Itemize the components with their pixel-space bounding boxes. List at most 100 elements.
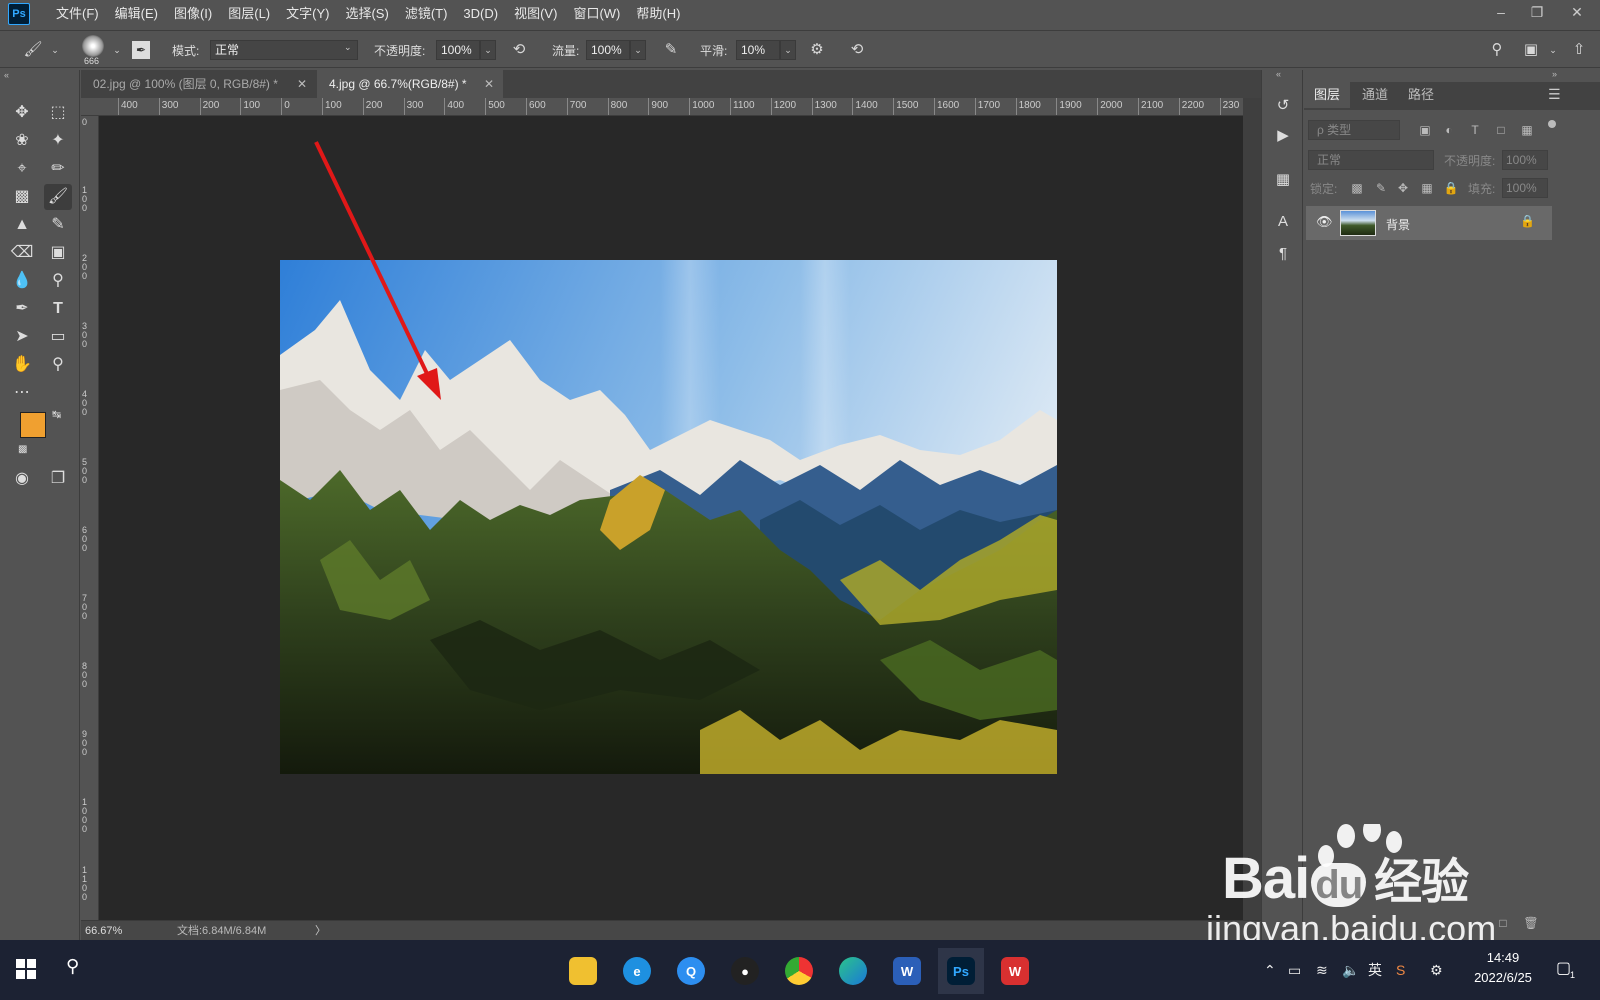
stamp-tool-icon[interactable]: ▲ — [8, 212, 36, 238]
lock-pixels-icon[interactable]: ✎ — [1372, 179, 1390, 197]
flow-input[interactable]: 100% — [586, 40, 630, 60]
brush-tool-icon[interactable]: 🖌 — [44, 184, 72, 210]
airbrush-icon[interactable]: ✎ — [660, 39, 682, 61]
menu-select[interactable]: 选择(S) — [337, 0, 396, 28]
layer-filter-select[interactable]: ρ 类型 — [1308, 120, 1400, 140]
menu-type[interactable]: 文字(Y) — [278, 0, 337, 28]
tab-02-jpg[interactable]: 02.jpg @ 100% (图层 0, RGB/8#) * — [81, 70, 317, 98]
default-colors-icon[interactable]: ▩ — [18, 444, 27, 455]
eraser-tool-icon[interactable]: ⌫ — [8, 240, 36, 266]
brush-tool-icon[interactable]: 🖌 — [22, 39, 44, 61]
menu-edit[interactable]: 编辑(E) — [107, 0, 166, 28]
status-menu-arrow[interactable]: 〉 — [315, 921, 326, 941]
smooth-dropdown[interactable]: ⌄ — [780, 40, 796, 60]
zoom-level[interactable]: 66.67% — [85, 921, 122, 941]
menu-help[interactable]: 帮助(H) — [628, 0, 688, 28]
lock-all-icon[interactable]: 🔒 — [1442, 179, 1460, 197]
menu-filter[interactable]: 滤镜(T) — [397, 0, 456, 28]
close-tab-icon[interactable]: ✕ — [297, 70, 307, 98]
restore-icon[interactable]: ❐ — [1520, 0, 1554, 24]
tab-paths[interactable]: 路径 — [1398, 82, 1444, 108]
wps-icon[interactable]: W — [992, 948, 1038, 994]
eyedropper-icon[interactable]: ✏ — [44, 156, 72, 182]
magic-wand-icon[interactable]: ✦ — [44, 128, 72, 154]
lock-position-icon[interactable]: ✥ — [1394, 179, 1412, 197]
workspace-icon[interactable]: ▣ — [1520, 39, 1542, 61]
lock-transparent-icon[interactable]: ▩ — [1348, 179, 1366, 197]
menu-image[interactable]: 图像(I) — [166, 0, 220, 28]
frame-tool-icon[interactable]: ▩ — [8, 184, 36, 210]
menu-window[interactable]: 窗口(W) — [565, 0, 628, 28]
chevron-down-icon[interactable]: ⌄ — [1542, 39, 1564, 61]
move-tool-icon[interactable]: ✥ — [8, 100, 36, 126]
actions-panel-icon[interactable]: ▶ — [1271, 124, 1295, 148]
screen-mode-icon[interactable]: ❐ — [44, 466, 72, 492]
windows-start-icon[interactable] — [16, 959, 36, 979]
hand-tool-icon[interactable]: ✋ — [8, 352, 36, 378]
collapse-icon[interactable]: « — [1276, 69, 1281, 79]
layer-opacity-input[interactable]: 100% — [1502, 150, 1548, 170]
gear-icon[interactable]: ⚙ — [806, 39, 828, 61]
file-explorer-icon[interactable] — [560, 948, 606, 994]
menu-3d[interactable]: 3D(D) — [455, 0, 506, 28]
ime-indicator[interactable]: 英 — [1368, 940, 1382, 1000]
search-icon[interactable]: ⚲ — [66, 956, 79, 977]
search-icon[interactable]: ⚲ — [1486, 39, 1508, 61]
collapse-icon[interactable]: « — [4, 70, 9, 80]
image-filter-icon[interactable]: ▣ — [1416, 121, 1434, 139]
history-panel-icon[interactable]: ↺ — [1271, 94, 1295, 118]
photoshop-taskbar-icon[interactable]: Ps — [938, 948, 984, 994]
more-tools-icon[interactable]: ⋯ — [8, 380, 36, 406]
menu-file[interactable]: 文件(F) — [48, 0, 107, 28]
canvas-area[interactable] — [99, 116, 1243, 920]
filter-toggle-icon[interactable] — [1548, 120, 1556, 128]
battery-icon[interactable]: ▭ — [1288, 940, 1301, 1000]
wifi-icon[interactable]: ≋ — [1316, 940, 1328, 1000]
notification-icon[interactable]: ▢ — [1556, 958, 1571, 978]
panel-menu-icon[interactable]: ☰ — [1548, 86, 1561, 103]
blend-mode-select[interactable]: 正常 — [1308, 150, 1434, 170]
tab-channels[interactable]: 通道 — [1352, 82, 1398, 108]
dodge-tool-icon[interactable]: ⚲ — [44, 268, 72, 294]
flow-dropdown[interactable]: ⌄ — [630, 40, 646, 60]
mode-select[interactable]: 正常 — [210, 40, 358, 60]
foreground-color-swatch[interactable] — [20, 412, 46, 438]
chevron-up-icon[interactable]: ⌃ — [1264, 940, 1276, 1000]
character-panel-icon[interactable]: A — [1271, 210, 1295, 234]
minimize-icon[interactable]: – — [1484, 0, 1518, 24]
lasso-tool-icon[interactable]: ❀ — [8, 128, 36, 154]
share-icon[interactable]: ⇧ — [1568, 39, 1590, 61]
word-icon[interactable]: W — [884, 948, 930, 994]
type-filter-icon[interactable]: T — [1466, 121, 1484, 139]
chevron-down-icon[interactable]: ⌄ — [44, 39, 66, 61]
close-window-icon[interactable]: ✕ — [1560, 0, 1594, 24]
rectangle-tool-icon[interactable]: ▭ — [44, 324, 72, 350]
menu-layer[interactable]: 图层(L) — [220, 0, 278, 28]
ie-browser-icon[interactable]: e — [614, 948, 660, 994]
tab-4-jpg[interactable]: 4.jpg @ 66.7%(RGB/8#) * — [317, 70, 503, 98]
layer-row[interactable]: 👁 背景 🔒 — [1306, 206, 1552, 240]
zoom-tool-icon[interactable]: ⚲ — [44, 352, 72, 378]
marquee-tool-icon[interactable]: ⬚ — [44, 100, 72, 126]
paragraph-panel-icon[interactable]: ¶ — [1271, 242, 1295, 266]
smooth-input[interactable]: 10% — [736, 40, 780, 60]
layer-name[interactable]: 背景 — [1386, 216, 1410, 233]
volume-icon[interactable]: 🔈 — [1342, 940, 1359, 1000]
quick-app-icon[interactable]: Q — [668, 948, 714, 994]
type-tool-icon[interactable]: T — [44, 296, 72, 322]
edge-icon[interactable] — [830, 948, 876, 994]
gradient-tool-icon[interactable]: ▣ — [44, 240, 72, 266]
close-tab-icon[interactable]: ✕ — [484, 70, 494, 98]
brush-preview-icon[interactable] — [82, 35, 104, 57]
fill-input[interactable]: 100% — [1502, 178, 1548, 198]
pressure-size-icon[interactable]: ⟲ — [846, 39, 868, 61]
gear-icon[interactable]: ⚙ — [1430, 940, 1443, 1000]
menu-view[interactable]: 视图(V) — [506, 0, 565, 28]
path-select-icon[interactable]: ➤ — [8, 324, 36, 350]
vertical-scrollbar[interactable] — [1243, 98, 1261, 920]
brush-settings-icon[interactable]: ✒ — [132, 41, 150, 59]
swap-colors-icon[interactable]: ↹ — [52, 408, 61, 421]
chevron-down-icon[interactable]: ⌄ — [106, 39, 128, 61]
blur-tool-icon[interactable]: 💧 — [8, 268, 36, 294]
tab-layers[interactable]: 图层 — [1304, 82, 1351, 108]
